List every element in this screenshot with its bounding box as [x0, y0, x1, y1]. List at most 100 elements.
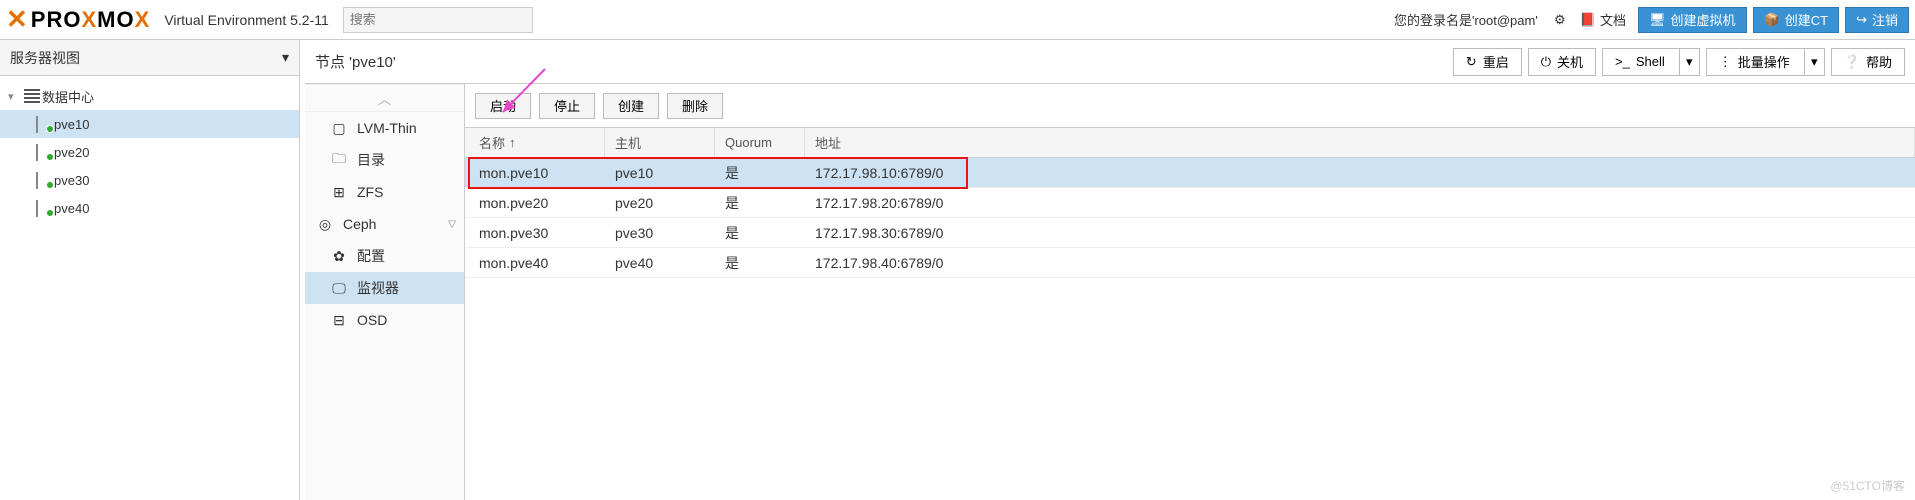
cell-name: mon.pve40: [465, 255, 605, 271]
node-label: pve40: [54, 201, 89, 216]
node-label: pve10: [54, 117, 89, 132]
cell-name: mon.pve30: [465, 225, 605, 241]
subnav-label: 配置: [357, 246, 385, 266]
subnav-item-目录[interactable]: 🗀 目录: [305, 144, 464, 176]
datacenter-label: 数据中心: [42, 87, 94, 106]
chevron-down-icon: ▽: [448, 219, 456, 230]
logo-text-2: X: [81, 7, 97, 33]
shell-button[interactable]: >_ Shell ▾: [1602, 48, 1700, 76]
table-row[interactable]: mon.pve10 pve10 是 172.17.98.10:6789/0: [465, 158, 1915, 188]
logout-icon: ↪: [1856, 12, 1867, 28]
tree-node-pve20[interactable]: pve20: [0, 138, 299, 166]
reboot-button[interactable]: ↻重启: [1453, 48, 1522, 76]
shell-label: Shell: [1636, 54, 1673, 69]
col-name-label: 名称: [479, 133, 505, 152]
col-header-name[interactable]: 名称 ↑: [465, 128, 605, 157]
subnav-item-配置[interactable]: ✿ 配置: [305, 240, 464, 272]
table-row[interactable]: mon.pve30 pve30 是 172.17.98.30:6789/0: [465, 218, 1915, 248]
create-ct-button[interactable]: 📦 创建CT: [1753, 7, 1840, 33]
scroll-up-button[interactable]: ︿: [305, 84, 464, 112]
chevron-down-icon[interactable]: ▾: [1679, 49, 1699, 75]
chevron-down-icon: ▾: [282, 49, 289, 66]
tree-node-pve30[interactable]: pve30: [0, 166, 299, 194]
table-row[interactable]: mon.pve20 pve20 是 172.17.98.20:6789/0: [465, 188, 1915, 218]
subnav-item-OSD[interactable]: ⊟ OSD: [305, 304, 464, 336]
book-icon: 📕: [1580, 12, 1596, 28]
col-header-quorum[interactable]: Quorum: [715, 128, 805, 157]
logo-text-3: MO: [97, 7, 134, 33]
content-area: 启动 停止 创建 删除 名称 ↑ 主机 Quorum 地址 mon.pve10 p…: [465, 84, 1915, 500]
bulk-button[interactable]: ⋮ 批量操作 ▾: [1706, 48, 1825, 76]
subnav-item-LVM-Thin[interactable]: ▢ LVM-Thin: [305, 112, 464, 144]
create-vm-button[interactable]: 🖥 创建虚拟机: [1638, 7, 1747, 33]
monitor-icon: 🖥: [1649, 12, 1666, 28]
tree-datacenter[interactable]: ▾ 数据中心: [0, 82, 299, 110]
tree-node-pve40[interactable]: pve40: [0, 194, 299, 222]
list-icon: ⋮: [1719, 54, 1732, 70]
environment-label: Virtual Environment 5.2-11: [164, 12, 328, 28]
delete-button[interactable]: 删除: [667, 93, 723, 119]
gear-icon[interactable]: ⚙: [1550, 12, 1570, 28]
disk-icon: ⊟: [331, 312, 347, 329]
subnav-item-ZFS[interactable]: ⊞ ZFS: [305, 176, 464, 208]
subnav-item-监视器[interactable]: 🖵 监视器: [305, 272, 464, 304]
cell-addr: 172.17.98.10:6789/0: [805, 165, 1915, 181]
stop-button[interactable]: 停止: [539, 93, 595, 119]
grid-icon: ⊞: [331, 184, 347, 201]
cell-host: pve10: [605, 165, 715, 181]
cell-name: mon.pve10: [465, 165, 605, 181]
terminal-icon: >_: [1615, 54, 1630, 69]
subnav-label: ZFS: [357, 184, 383, 200]
logo-x-icon: ✕: [6, 4, 29, 35]
page-title: 节点 'pve10': [315, 51, 396, 72]
main-header: 节点 'pve10' ↻重启 ⏻ 关机 >_ Shell ▾ ⋮ 批量操作 ▾ ❔帮助: [305, 40, 1915, 84]
col-header-host[interactable]: 主机: [605, 128, 715, 157]
server-icon: [34, 145, 54, 159]
bulk-label: 批量操作: [1738, 52, 1798, 71]
table-row[interactable]: mon.pve40 pve40 是 172.17.98.40:6789/0: [465, 248, 1915, 278]
docs-label: 文档: [1600, 10, 1626, 29]
shutdown-button[interactable]: ⏻ 关机: [1528, 48, 1596, 76]
cell-quorum: 是: [715, 253, 805, 273]
subnav-label: 目录: [357, 150, 385, 170]
datacenter-icon: [22, 89, 42, 103]
cell-quorum: 是: [715, 163, 805, 183]
help-button[interactable]: ❔帮助: [1831, 48, 1905, 76]
shutdown-label: 关机: [1557, 52, 1583, 71]
cell-addr: 172.17.98.20:6789/0: [805, 195, 1915, 211]
docs-link[interactable]: 📕 文档: [1580, 10, 1626, 29]
logo: ✕ PRO X MO X: [6, 4, 150, 35]
subnav-label: Ceph: [343, 216, 376, 232]
subnav-label: 监视器: [357, 278, 399, 298]
view-selector[interactable]: 服务器视图 ▾: [0, 40, 299, 76]
cell-quorum: 是: [715, 223, 805, 243]
search-input[interactable]: [343, 7, 533, 33]
folder-icon: 🗀: [331, 148, 347, 172]
create-vm-label: 创建虚拟机: [1671, 10, 1736, 29]
server-icon: [34, 173, 54, 187]
cell-host: pve40: [605, 255, 715, 271]
logout-button[interactable]: ↪ 注销: [1845, 7, 1909, 33]
sort-asc-icon: ↑: [509, 135, 516, 150]
monitor-icon: 🖵: [331, 280, 347, 297]
chevron-down-icon[interactable]: ▾: [1804, 49, 1824, 75]
cell-name: mon.pve20: [465, 195, 605, 211]
start-button[interactable]: 启动: [475, 93, 531, 119]
subnav-item-Ceph[interactable]: ◎ Ceph ▽: [305, 208, 464, 240]
help-label: 帮助: [1866, 52, 1892, 71]
create-ct-label: 创建CT: [1785, 10, 1828, 29]
expander-icon[interactable]: ▾: [8, 90, 22, 103]
cell-addr: 172.17.98.30:6789/0: [805, 225, 1915, 241]
cube-icon: 📦: [1764, 12, 1780, 28]
node-label: pve30: [54, 173, 89, 188]
ceph-icon: ◎: [317, 216, 333, 233]
create-button[interactable]: 创建: [603, 93, 659, 119]
resource-tree: ▾ 数据中心 pve10 pve20 pve30 pve40: [0, 76, 299, 228]
power-icon: ⏻: [1541, 54, 1551, 70]
col-header-addr[interactable]: 地址: [805, 128, 1915, 157]
subnav-label: LVM-Thin: [357, 120, 417, 136]
grid-header: 名称 ↑ 主机 Quorum 地址: [465, 128, 1915, 158]
tree-node-pve10[interactable]: pve10: [0, 110, 299, 138]
▢-icon: ▢: [331, 120, 347, 137]
cell-host: pve20: [605, 195, 715, 211]
